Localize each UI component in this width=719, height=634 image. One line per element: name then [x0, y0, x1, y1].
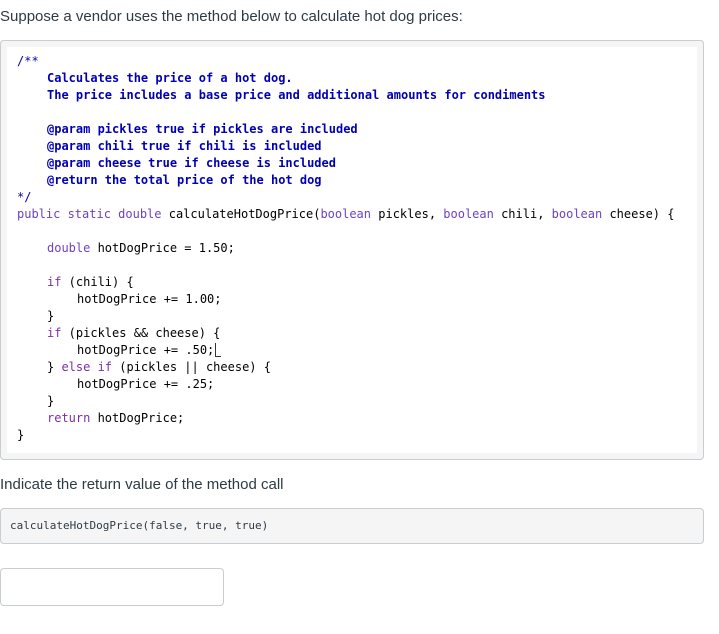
if-condition: (chili) {: [61, 275, 134, 289]
keyword-else-if: else if: [61, 360, 113, 374]
keyword-return: return: [47, 411, 91, 425]
else-brace: }: [47, 360, 62, 374]
doc-return: @return the total price of the hot dog: [47, 173, 322, 187]
doc-comment-line: The price includes a base price and addi…: [47, 88, 546, 102]
question-text: Indicate the return value of the method …: [0, 476, 284, 493]
answer-input[interactable]: [0, 568, 224, 606]
if-chili-body: hotDogPrice += 1.00;: [77, 292, 222, 306]
doc-comment-line: Calculates the price of a hot dog.: [47, 71, 293, 85]
signature-type: boolean: [443, 207, 494, 221]
signature-param: cheese) {: [602, 207, 675, 221]
return-line: return hotDogPrice;: [47, 410, 184, 427]
code-area: /** Calculates the price of a hot dog. T…: [7, 47, 697, 453]
closing-brace: }: [47, 394, 55, 408]
if-chili-line: if (chili) {: [47, 274, 134, 291]
signature-method-name: calculateHotDogPrice(: [168, 207, 321, 221]
doc-param-chili: @param chili true if chili is included: [47, 139, 322, 153]
keyword-if: if: [47, 326, 62, 340]
signature-param: chili,: [493, 207, 552, 221]
if-pickles-cheese-body: hotDogPrice += .50;: [77, 342, 222, 359]
question-prompt: Suppose a vendor uses the method below t…: [0, 8, 463, 25]
method-call-block: calculateHotDogPrice(false, true, true): [0, 508, 704, 544]
if-pickles-cheese-line: if (pickles && cheese) {: [47, 325, 220, 342]
closing-brace: }: [47, 309, 55, 323]
text-cursor-icon: [215, 343, 222, 357]
keyword-if: if: [47, 275, 62, 289]
method-call-code: calculateHotDogPrice(false, true, true): [10, 519, 269, 532]
signature-param: pickles,: [371, 207, 444, 221]
else-if-condition: (pickles || cheese) {: [112, 360, 271, 374]
doc-comment-open: /**: [17, 54, 39, 68]
declaration-rest: hotDogPrice = 1.50;: [90, 241, 235, 255]
signature-modifiers: public static double: [17, 207, 169, 221]
signature-type: boolean: [551, 207, 603, 221]
statement: hotDogPrice += .50;: [77, 343, 215, 357]
doc-param-cheese: @param cheese true if cheese is included: [47, 156, 336, 170]
else-if-line: } else if (pickles || cheese) {: [47, 359, 271, 376]
code-block: /** Calculates the price of a hot dog. T…: [0, 40, 704, 460]
return-expression: hotDogPrice;: [90, 411, 185, 425]
declaration-type: double: [47, 241, 91, 255]
else-if-body: hotDogPrice += .25;: [77, 377, 215, 391]
signature-type: boolean: [320, 207, 372, 221]
doc-param-pickles: @param pickles true if pickles are inclu…: [47, 122, 358, 136]
method-signature: public static double calculateHotDogPric…: [17, 206, 674, 223]
method-closing-brace: }: [17, 428, 25, 442]
declaration-line: double hotDogPrice = 1.50;: [47, 240, 235, 257]
if-condition: (pickles && cheese) {: [61, 326, 221, 340]
doc-comment-close: */: [17, 190, 32, 204]
